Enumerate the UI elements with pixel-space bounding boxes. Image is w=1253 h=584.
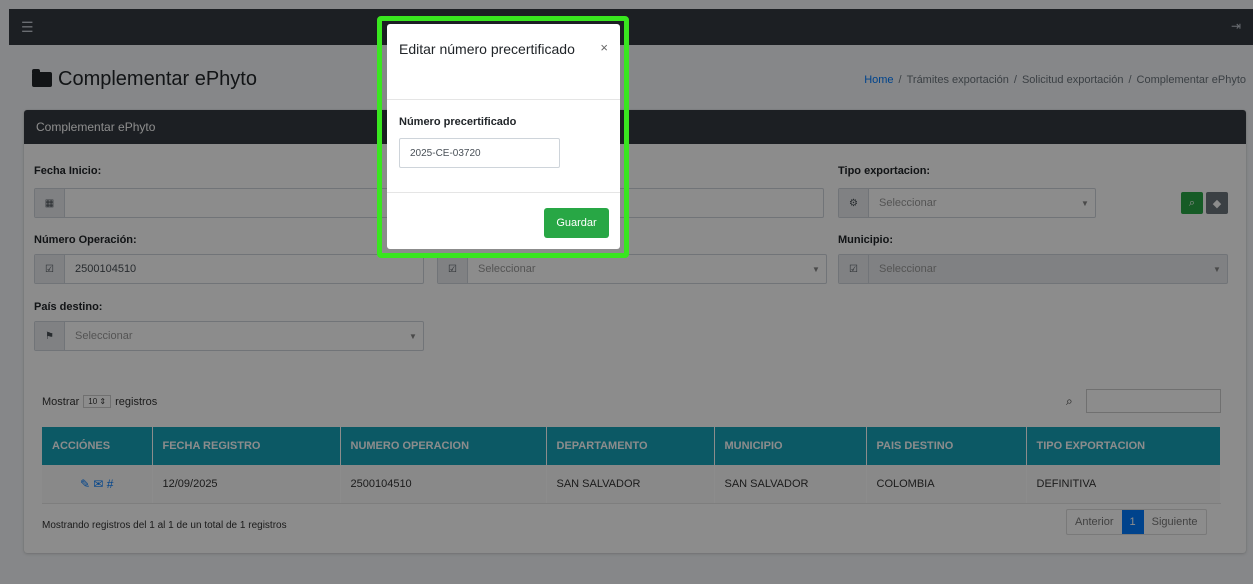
precertificado-input[interactable]: 2025-CE-03720 <box>399 138 560 168</box>
save-button[interactable]: Guardar <box>544 208 609 238</box>
modal-title: Editar número precertificado <box>399 41 575 57</box>
divider <box>387 192 620 193</box>
close-icon[interactable]: × <box>600 40 608 55</box>
divider <box>387 99 620 100</box>
precertificado-label: Número precertificado <box>399 116 517 128</box>
edit-precertificado-modal: Editar número precertificado × Número pr… <box>387 24 620 249</box>
